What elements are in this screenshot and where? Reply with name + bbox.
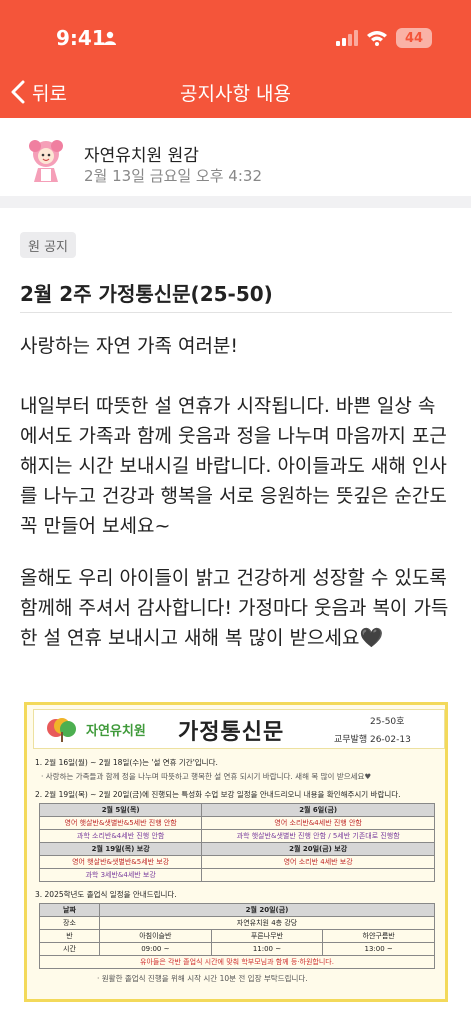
table-cell: 영어 햇살반&샛별반&5세반 진행 안함 <box>38 816 203 830</box>
cellular-signal-icon <box>336 30 358 46</box>
table-cell: 시간 <box>39 942 100 956</box>
makeup-schedule-table: 2월 5일(목) 2월 6일(금) 영어 햇살반&샛별반&5세반 진행 안함 영… <box>38 803 435 882</box>
table-cell: 11:00 ~ <box>210 942 324 956</box>
newsletter-logo-text: 자연유치원 <box>86 724 146 739</box>
wifi-icon <box>367 31 387 46</box>
status-icons: 44 <box>336 27 432 49</box>
table-cell: 과학 3세반&4세반 보강 <box>38 868 203 882</box>
newsletter-item: 1. 2월 16일(월) ~ 2월 18일(수)는 '설 연휴 기간'입니다. <box>35 758 218 767</box>
table-cell: 자연유치원 4층 강당 <box>99 916 435 930</box>
post-paragraph: 올해도 우리 아이들이 밝고 건강하게 성장할 수 있도록 함께해 주셔서 감사… <box>20 567 449 649</box>
table-cell <box>201 868 435 882</box>
category-tag: 원 공지 <box>20 232 77 258</box>
table-note: 유아들은 각반 졸업식 시간에 맞춰 학부모님과 함께 등·하원합니다. <box>39 955 435 969</box>
author-name: 자연유치원 원감 <box>84 146 199 166</box>
status-time: 9:41 <box>56 26 106 50</box>
author-header: 자연유치원 원감 2월 13일 금요일 오후 4:32 <box>0 118 471 196</box>
newsletter-issue: 25-50호 <box>370 717 405 727</box>
newsletter-item: 3. 2025학년도 졸업식 일정을 안내드립니다. <box>35 890 177 899</box>
table-cell: 영어 소리반&4세반 진행 안함 <box>201 816 435 830</box>
table-cell: 영어 소리반 4세반 보강 <box>201 855 435 869</box>
newsletter-issuer: 교무발행 26-02-13 <box>334 735 411 745</box>
title-divider <box>20 312 452 313</box>
table-cell: 과학 소리반&4세반 진행 안함 <box>38 829 203 843</box>
table-cell: 하얀구름반 <box>322 929 435 943</box>
newsletter-bullet: · 원활한 졸업식 진행을 위해 시작 시간 10분 전 입장 부탁드립니다. <box>97 974 308 983</box>
newsletter-title: 가정통신문 <box>178 720 285 745</box>
table-header: 2월 20일(금) <box>99 903 435 917</box>
table-cell: 영어 햇살반&샛별반&5세반 보강 <box>38 855 203 869</box>
table-header: 2월 6일(금) <box>201 803 435 817</box>
post-date: 2월 13일 금요일 오후 4:32 <box>84 167 262 185</box>
table-header: 2월 5일(목) <box>38 803 203 817</box>
table-cell: 푸른나무반 <box>210 929 324 943</box>
table-cell: 반 <box>39 929 100 943</box>
page-title: 공지사항 내용 <box>180 83 291 105</box>
kindergarten-logo-icon <box>47 718 76 742</box>
table-cell: 09:00 ~ <box>99 942 212 956</box>
table-header: 날짜 <box>39 903 100 917</box>
newsletter-item-detail: · 사랑하는 가족들과 함께 정을 나누며 따뜻하고 행복한 설 연휴 되시기 … <box>41 772 372 781</box>
section-divider <box>0 196 471 208</box>
graduation-table: 날짜 2월 20일(금) 장소 자연유치원 4층 강당 반 아침이슬반 푸른나무… <box>39 903 435 969</box>
table-cell: 13:00 ~ <box>322 942 435 956</box>
table-cell: 장소 <box>39 916 100 930</box>
post-paragraph: 내일부터 따뜻한 설 연휴가 시작됩니다. 바쁜 일상 속에서도 가족과 함께 … <box>20 395 447 537</box>
top-bar: 9:41 44 뒤로 공지사항 내용 <box>0 0 471 118</box>
post-paragraph: 사랑하는 자연 가족 여러분! <box>20 335 239 357</box>
avatar[interactable] <box>22 136 70 184</box>
table-header: 2월 19일(목) 보강 <box>38 842 203 856</box>
newsletter-image[interactable]: 자연유치원 가정통신문 25-50호 교무발행 26-02-13 1. 2월 1… <box>24 702 448 1002</box>
post-title: 2월 2주 가정통신문(25-50) <box>20 282 273 306</box>
table-cell: 아침이슬반 <box>99 929 212 943</box>
battery-indicator: 44 <box>396 28 432 48</box>
newsletter-item: 2. 2월 19일(목) ~ 2월 20일(금)에 진행되는 특성화 수업 보강… <box>35 790 401 799</box>
bottom-edge <box>0 1004 471 1024</box>
table-header: 2월 20일(금) 보강 <box>201 842 435 856</box>
person-icon <box>104 31 116 45</box>
newsletter-header: 자연유치원 가정통신문 25-50호 교무발행 26-02-13 <box>33 709 445 749</box>
table-cell: 과학 햇살반&샛별반 진행 안함 / 5세반 기존대로 진행함 <box>201 829 435 843</box>
